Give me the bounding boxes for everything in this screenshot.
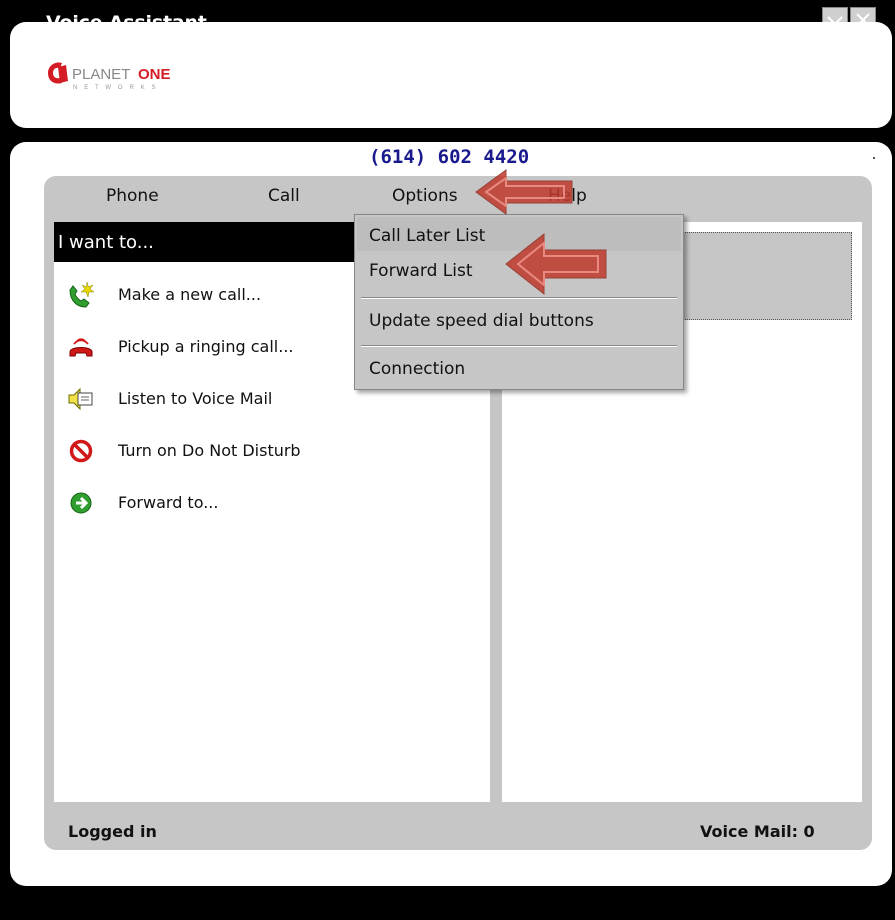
panel-dot xyxy=(873,157,875,159)
phone-ringing-icon xyxy=(69,338,93,357)
task-label: Pickup a ringing call... xyxy=(118,337,294,356)
status-logged-in: Logged in xyxy=(68,822,157,841)
task-label: Forward to... xyxy=(118,493,219,512)
task-label: Turn on Do Not Disturb xyxy=(118,441,301,460)
menu-call[interactable]: Call xyxy=(268,186,300,206)
speed-dial-button[interactable] xyxy=(670,232,852,320)
voicemail-speaker-icon xyxy=(68,387,93,411)
svg-text:PLANET: PLANET xyxy=(72,66,130,83)
planet-one-logo: PLANET ONE N E T W O R K S xyxy=(46,57,246,105)
phone-new-call-icon xyxy=(69,281,95,308)
menu-item-forward-list[interactable]: Forward List xyxy=(369,261,473,281)
status-voice-mail: Voice Mail: 0 xyxy=(700,822,815,841)
menu-phone[interactable]: Phone xyxy=(106,186,159,206)
svg-text:N E T W O R K S: N E T W O R K S xyxy=(73,85,158,91)
menu-item-call-later-list[interactable]: Call Later List xyxy=(369,226,485,246)
menu-separator xyxy=(361,345,677,347)
menu-item-connection[interactable]: Connection xyxy=(369,359,465,379)
svg-text:ONE: ONE xyxy=(138,66,171,83)
annotation-arrow-options xyxy=(475,169,573,215)
forward-arrow-icon xyxy=(70,492,92,514)
tasks-heading-label: I want to... xyxy=(58,232,154,253)
annotation-arrow-forward-list xyxy=(505,232,607,296)
menu-item-update-speed-dial[interactable]: Update speed dial buttons xyxy=(369,311,594,331)
task-label: Make a new call... xyxy=(118,285,262,304)
phone-number: (614) 602 4420 xyxy=(369,146,530,168)
do-not-disturb-icon xyxy=(69,439,93,463)
menu-options[interactable]: Options xyxy=(392,186,458,206)
task-label: Listen to Voice Mail xyxy=(118,389,273,408)
planet-one-logo-mark-icon xyxy=(48,62,68,84)
